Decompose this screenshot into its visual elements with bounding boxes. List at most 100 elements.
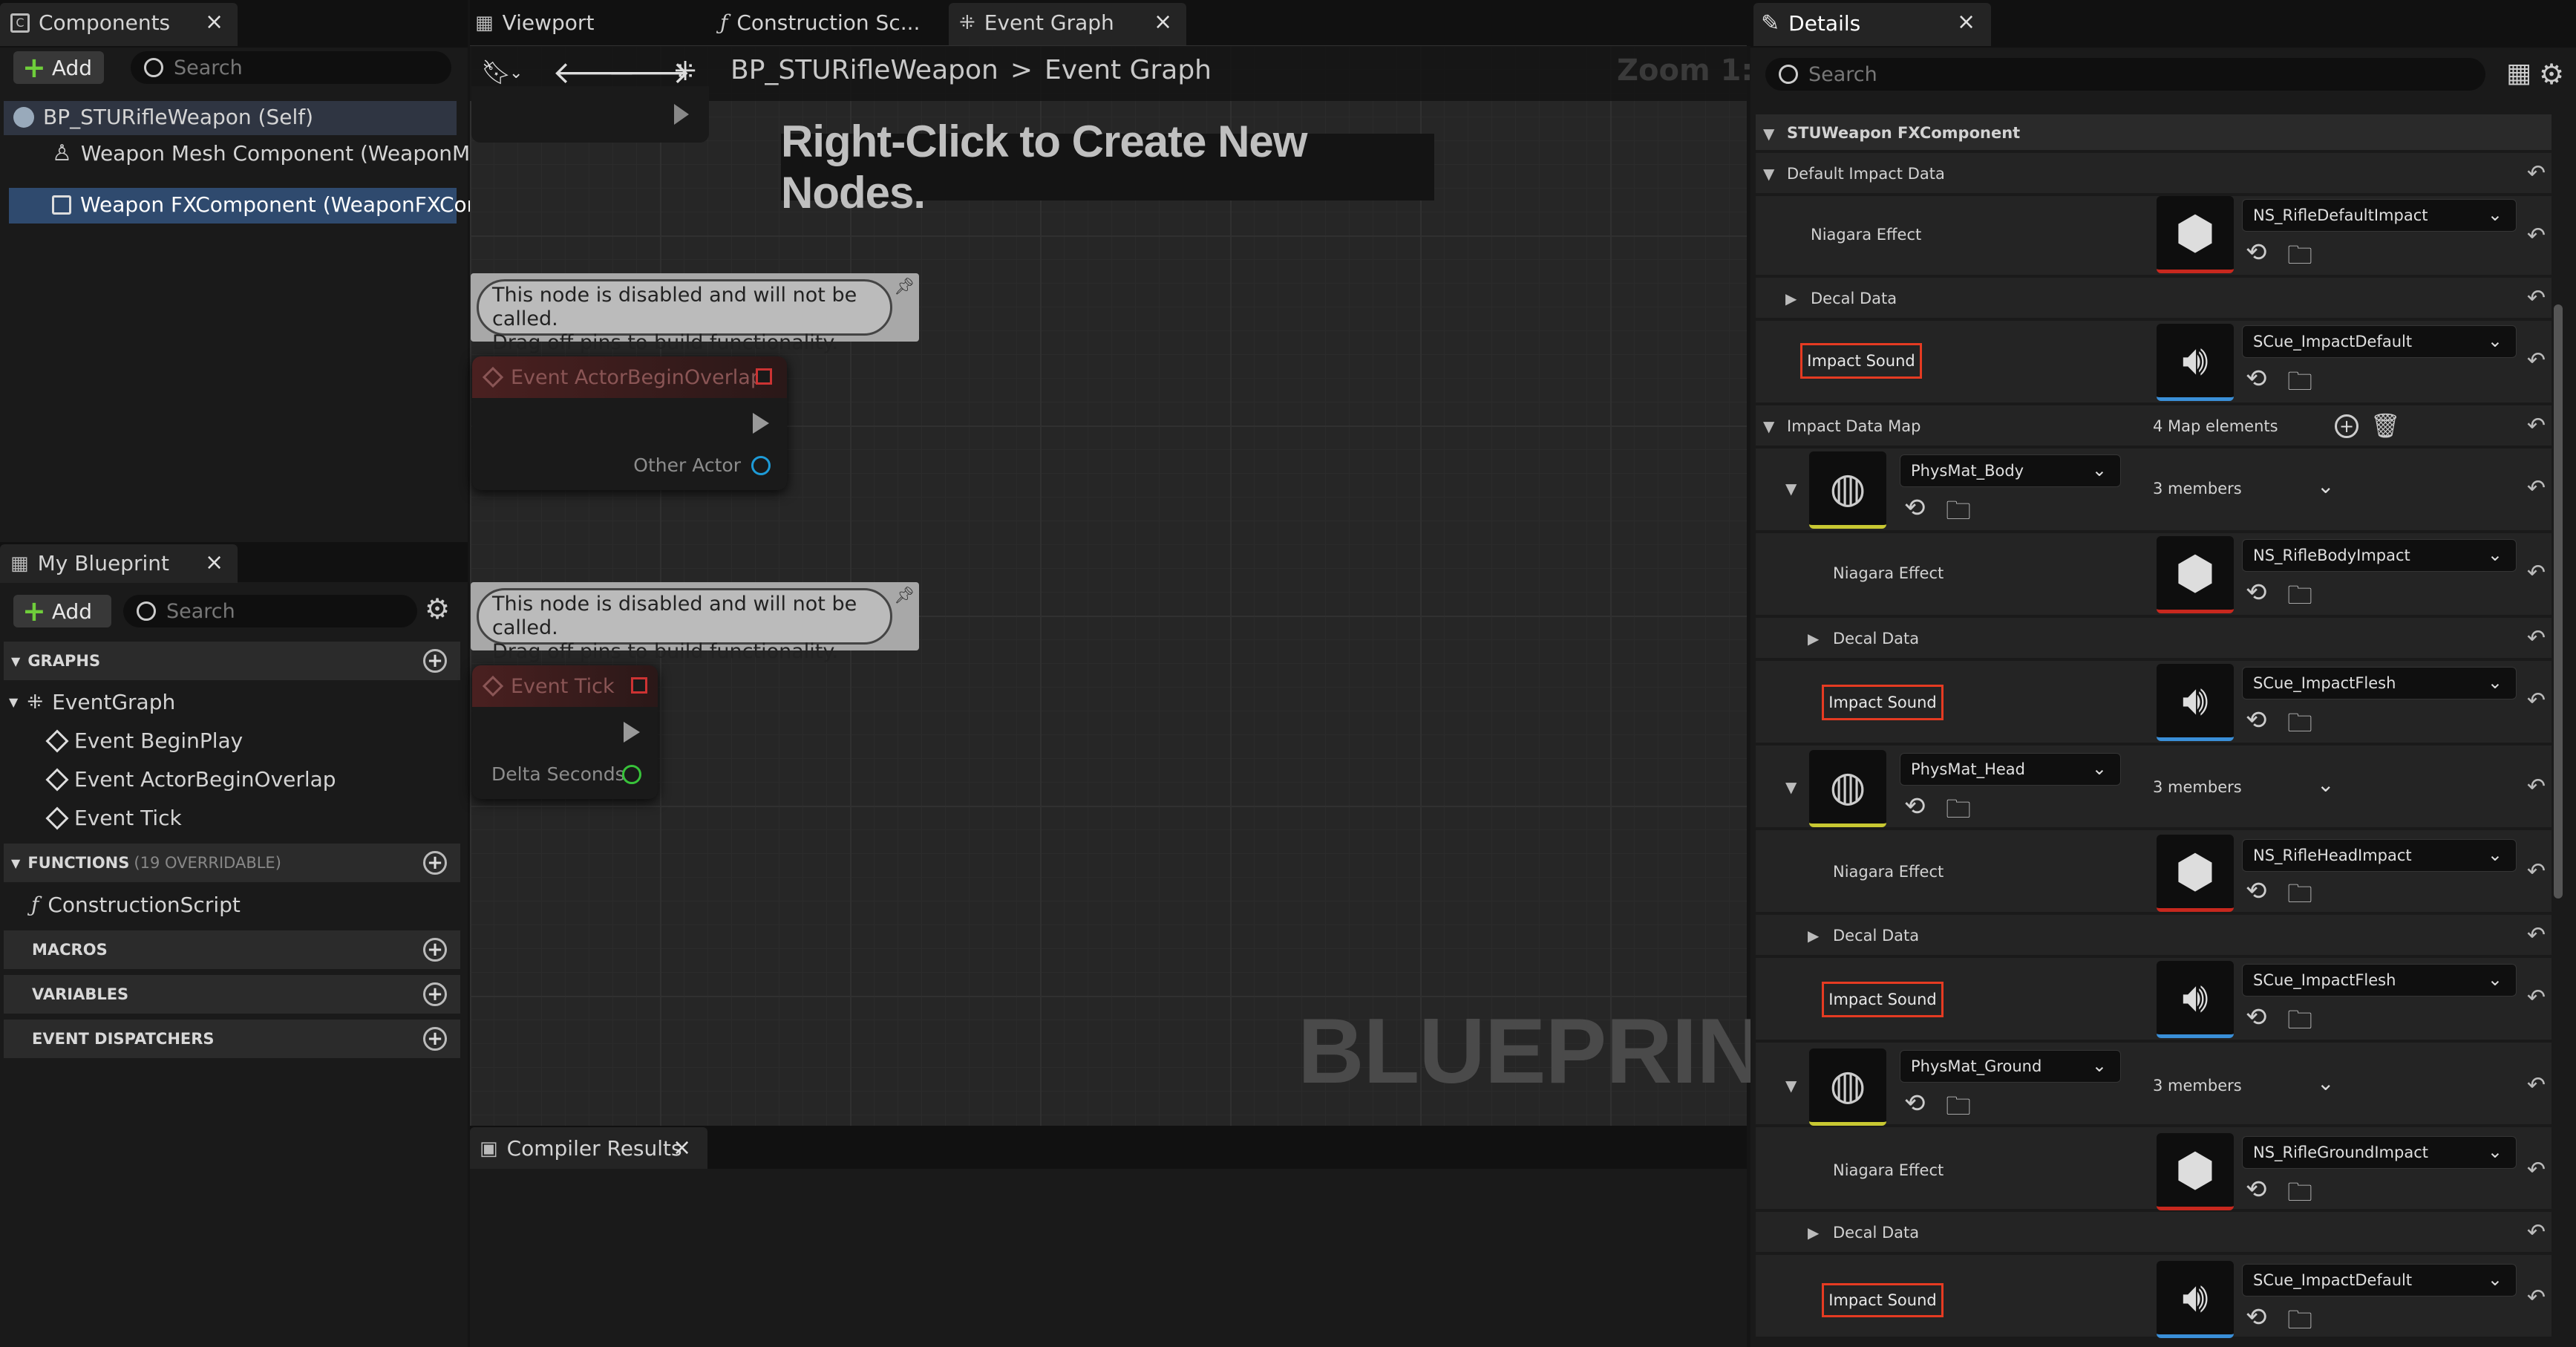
partial-node-top[interactable] (471, 86, 709, 143)
components-search-input[interactable]: Search (131, 51, 451, 84)
physmat-combo[interactable]: PhysMat_Body ⌄ (1900, 454, 2121, 487)
browse-asset-icon[interactable]: 🗀︎ (2287, 364, 2312, 406)
pin-icon[interactable]: 📌︎ (894, 587, 915, 605)
tab-event-graph[interactable]: ⁜ Event Graph (959, 10, 1114, 35)
decal-data-row[interactable]: ▶ Decal Data ↶ (1756, 915, 2552, 956)
niagara-thumbnail[interactable]: ⬢ (2157, 835, 2234, 912)
sound-asset-combo[interactable]: SCue_ImpactDefault ⌄ (2242, 325, 2517, 358)
physmat-thumbnail[interactable]: ◍ (1809, 750, 1886, 827)
close-icon[interactable]: × (673, 1135, 691, 1161)
float-pin[interactable] (622, 765, 641, 784)
graph-event-actorbeginoverlap[interactable]: Event ActorBeginOverlap (45, 767, 336, 792)
graphs-section-header[interactable]: ▼ GRAPHS + (4, 642, 460, 680)
use-selected-icon[interactable]: ⟲ (2246, 876, 2267, 906)
default-impact-data-row[interactable]: ▼ Default Impact Data ↶ (1756, 153, 2552, 195)
add-variable-icon[interactable]: + (423, 982, 447, 1006)
trash-icon[interactable]: 🗑︎ (2370, 411, 2401, 440)
sound-thumbnail[interactable]: 🔊︎ (2157, 961, 2234, 1038)
browse-asset-icon[interactable]: 🗀︎ (2287, 705, 2312, 748)
use-selected-icon[interactable]: ⟲ (2246, 705, 2267, 735)
niagara-asset-combo[interactable]: NS_RifleGroundImpact ⌄ (2242, 1136, 2517, 1169)
reset-arrow-icon[interactable]: ↶ (2527, 1072, 2546, 1098)
pin-icon[interactable]: 📌︎ (894, 278, 915, 296)
table-view-icon[interactable]: ▦ (2506, 58, 2531, 88)
reset-arrow-icon[interactable]: ↶ (2527, 688, 2546, 714)
add-element-icon[interactable]: + (2335, 414, 2358, 438)
components-tab-label[interactable]: C Components (10, 10, 170, 35)
sound-asset-combo[interactable]: SCue_ImpactFlesh ⌄ (2242, 667, 2517, 699)
macros-section-header[interactable]: MACROS + (4, 930, 460, 969)
chevron-down-icon[interactable]: ⌄ (2317, 1071, 2334, 1095)
sound-thumbnail[interactable]: 🔊︎ (2157, 324, 2234, 401)
bookmark-icon[interactable]: 🔖︎ (481, 58, 511, 86)
browse-asset-icon[interactable]: 🗀︎ (2287, 1175, 2312, 1217)
close-icon[interactable]: × (1154, 9, 1172, 35)
use-selected-icon[interactable]: ⟲ (2246, 578, 2267, 607)
physmat-thumbnail[interactable]: ◍ (1809, 451, 1886, 529)
chevron-down-icon[interactable]: ⌄ (2317, 772, 2334, 797)
reset-arrow-icon[interactable]: ↶ (2527, 774, 2546, 800)
reset-arrow-icon[interactable]: ↶ (2527, 348, 2546, 374)
gear-icon[interactable]: ⚙ (2539, 58, 2564, 91)
niagara-asset-combo[interactable]: NS_RifleBodyImpact ⌄ (2242, 539, 2517, 572)
use-selected-icon[interactable]: ⟲ (2246, 1302, 2267, 1332)
browse-asset-icon[interactable]: 🗀︎ (1946, 792, 1971, 834)
delegate-pin[interactable] (756, 368, 772, 385)
function-constructionscript[interactable]: ƒ ConstructionScript (31, 893, 241, 917)
reset-arrow-icon[interactable]: ↶ (2527, 160, 2546, 186)
niagara-asset-combo[interactable]: NS_RifleDefaultImpact ⌄ (2242, 199, 2517, 232)
niagara-thumbnail[interactable]: ⬢ (2157, 1133, 2234, 1210)
add-function-icon[interactable]: + (423, 851, 447, 875)
chevron-down-icon[interactable]: ⌄ (509, 64, 523, 82)
reset-arrow-icon[interactable]: ↶ (2527, 1285, 2546, 1311)
reset-arrow-icon[interactable]: ↶ (2527, 223, 2546, 249)
close-icon[interactable]: × (205, 549, 223, 575)
my-blueprint-tab-label[interactable]: ▦ My Blueprint (10, 551, 169, 575)
tab-viewport[interactable]: ▦ Viewport (475, 10, 594, 35)
reset-arrow-icon[interactable]: ↶ (2527, 1157, 2546, 1183)
browse-asset-icon[interactable]: 🗀︎ (2287, 1302, 2312, 1345)
node-event-tick[interactable]: Event Tick Delta Seconds (472, 665, 658, 799)
reset-arrow-icon[interactable]: ↶ (2527, 413, 2546, 439)
add-member-button[interactable]: + Add (13, 595, 111, 627)
decal-data-row[interactable]: ▶ Decal Data ↶ (1756, 1212, 2552, 1253)
use-selected-icon[interactable]: ⟲ (1904, 493, 1926, 523)
reset-arrow-icon[interactable]: ↶ (2527, 1219, 2546, 1245)
use-selected-icon[interactable]: ⟲ (1904, 792, 1926, 821)
browse-asset-icon[interactable]: 🗀︎ (2287, 876, 2312, 919)
sound-thumbnail[interactable]: 🔊︎ (2157, 664, 2234, 741)
graph-event-beginplay[interactable]: Event BeginPlay (45, 728, 243, 753)
graph-event-tick[interactable]: Event Tick (45, 806, 182, 830)
sound-thumbnail[interactable]: 🔊︎ (2157, 1261, 2234, 1338)
add-component-button[interactable]: + Add (13, 51, 104, 84)
niagara-thumbnail[interactable]: ⬢ (2157, 196, 2234, 273)
close-icon[interactable]: × (1957, 9, 1975, 35)
breadcrumb-root[interactable]: BP_STURifleWeapon (730, 55, 998, 85)
impact-data-map-row[interactable]: ▼ Impact Data Map 4 Map elements + 🗑︎ ↶ (1756, 405, 2552, 447)
niagara-thumbnail[interactable]: ⬢ (2157, 536, 2234, 613)
decal-data-row[interactable]: ▶ Decal Data ↶ (1756, 278, 2552, 319)
component-fx[interactable]: Weapon FXComponent (WeaponFXCompo (52, 192, 513, 217)
tab-construction-script[interactable]: ƒ Construction Sc... (720, 10, 920, 35)
reset-arrow-icon[interactable]: ↶ (2527, 858, 2546, 884)
details-tab-label[interactable]: ✎ Details (1761, 10, 1860, 36)
add-graph-icon[interactable]: + (423, 649, 447, 673)
niagara-asset-combo[interactable]: NS_RifleHeadImpact ⌄ (2242, 839, 2517, 872)
object-pin[interactable] (751, 456, 771, 475)
reset-arrow-icon[interactable]: ↶ (2527, 922, 2546, 948)
component-category-row[interactable]: ▼ STUWeapon FXComponent (1756, 114, 2552, 151)
physmat-combo[interactable]: PhysMat_Ground ⌄ (1900, 1050, 2121, 1083)
physmat-thumbnail[interactable]: ◍ (1809, 1048, 1886, 1126)
use-selected-icon[interactable]: ⟲ (2246, 1002, 2267, 1032)
compiler-results-tab-label[interactable]: ▣ Compiler Results (480, 1136, 682, 1161)
variables-section-header[interactable]: VARIABLES + (4, 975, 460, 1014)
reset-arrow-icon[interactable]: ↶ (2527, 625, 2546, 651)
reset-arrow-icon[interactable]: ↶ (2527, 560, 2546, 586)
exec-pin[interactable] (674, 104, 689, 125)
decal-data-row[interactable]: ▶ Decal Data ↶ (1756, 618, 2552, 659)
browse-asset-icon[interactable]: 🗀︎ (1946, 493, 1971, 535)
functions-section-header[interactable]: ▼ FUNCTIONS (19 OVERRIDABLE) + (4, 844, 460, 882)
browse-asset-icon[interactable]: 🗀︎ (1946, 1089, 1971, 1131)
use-selected-icon[interactable]: ⟲ (2246, 364, 2267, 394)
reset-arrow-icon[interactable]: ↶ (2527, 985, 2546, 1011)
